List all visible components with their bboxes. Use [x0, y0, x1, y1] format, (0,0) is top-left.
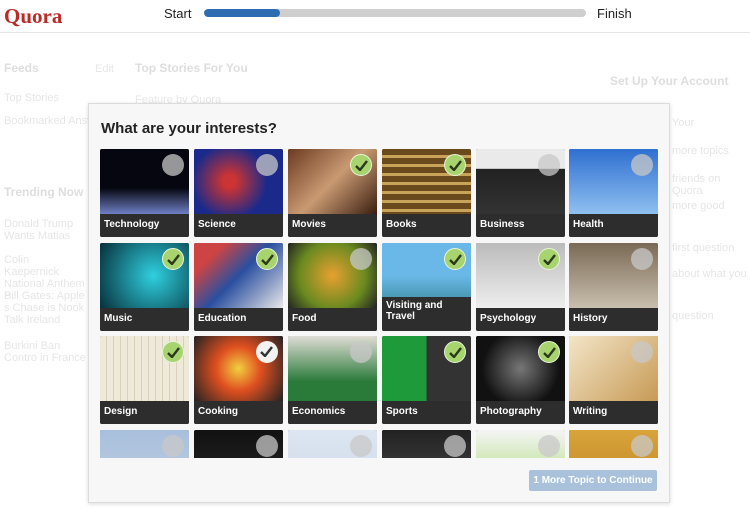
feeds-edit-link[interactable]: Edit — [95, 63, 114, 75]
topic-label: Education — [194, 307, 283, 331]
select-circle-icon[interactable] — [631, 247, 653, 270]
checkmark-icon[interactable] — [444, 154, 466, 176]
select-circle-icon[interactable] — [538, 434, 560, 457]
topic-label: Science — [194, 214, 283, 237]
topic-tile-writing[interactable]: Writing — [569, 336, 658, 424]
topic-tile-more[interactable] — [194, 429, 283, 458]
select-circle-icon[interactable] — [350, 247, 372, 270]
topic-tile-design[interactable]: Design — [100, 336, 189, 424]
topic-tile-business[interactable]: Business — [476, 149, 565, 237]
topic-tile-books[interactable]: Books — [382, 149, 471, 237]
setup-title: Set Up Your Account — [610, 74, 729, 88]
checkmark-icon[interactable] — [350, 154, 372, 176]
topic-label: Books — [382, 214, 471, 237]
interests-modal: What are your interests? Technology Scien… — [88, 103, 670, 503]
trending-title: Trending Now — [4, 185, 84, 199]
feed-item[interactable]: Top Stories — [4, 92, 59, 104]
topic-tile-more[interactable] — [476, 429, 565, 458]
select-circle-icon[interactable] — [256, 154, 278, 176]
select-circle-icon[interactable] — [631, 434, 653, 457]
trending-item[interactable]: Bill Gates: Apple s Chase is Nook Talk I… — [4, 290, 86, 326]
topic-tile-cooking[interactable]: Cooking — [194, 336, 283, 424]
topic-label: Cooking — [194, 401, 283, 424]
topic-label: Movies — [288, 214, 377, 237]
topic-tile-more[interactable] — [382, 429, 471, 458]
select-circle-icon[interactable] — [444, 434, 466, 457]
select-circle-icon[interactable] — [350, 434, 372, 457]
setup-item[interactable]: more topics — [672, 145, 729, 157]
checkmark-icon[interactable] — [538, 247, 560, 270]
topic-tile-more[interactable] — [100, 429, 189, 458]
topic-tile-music[interactable]: Music — [100, 242, 189, 331]
top-stories-title: Top Stories For You — [135, 61, 248, 75]
checkmark-icon[interactable] — [444, 247, 466, 270]
topic-label: Psychology — [476, 307, 565, 331]
topic-tile-movies[interactable]: Movies — [288, 149, 377, 237]
topic-tile-technology[interactable]: Technology — [100, 149, 189, 237]
modal-title: What are your interests? — [101, 120, 277, 137]
continue-button[interactable]: 1 More Topic to Continue — [529, 470, 657, 491]
feeds-title: Feeds — [4, 61, 39, 75]
topic-tile-psychology[interactable]: Psychology — [476, 242, 565, 331]
setup-item[interactable]: Your — [672, 117, 694, 129]
topic-label: History — [569, 307, 658, 331]
topic-tile-education[interactable]: Education — [194, 242, 283, 331]
topic-tile-more[interactable] — [569, 429, 658, 458]
checkmark-icon[interactable] — [162, 247, 184, 270]
topic-label: Visiting and Travel — [382, 296, 471, 331]
topic-label: Business — [476, 214, 565, 237]
select-circle-icon[interactable] — [350, 341, 372, 363]
topic-label: Music — [100, 307, 189, 331]
topics-grid[interactable]: Technology Science Movies Books Business Heal… — [100, 149, 660, 458]
topic-label: Food — [288, 307, 377, 331]
topic-label: Economics — [288, 401, 377, 424]
checkmark-icon[interactable] — [256, 247, 278, 270]
topic-tile-more[interactable] — [288, 429, 377, 458]
topic-tile-food[interactable]: Food — [288, 242, 377, 331]
topic-tile-history[interactable]: History — [569, 242, 658, 331]
select-circle-icon[interactable] — [538, 154, 560, 176]
topic-label: Design — [100, 401, 189, 424]
checkmark-icon[interactable] — [256, 341, 278, 363]
top-header: Quora Start Finish — [0, 0, 750, 33]
select-circle-icon[interactable] — [256, 434, 278, 457]
topic-tile-science[interactable]: Science — [194, 149, 283, 237]
trending-item[interactable]: Donald Trump Wants Matias — [4, 218, 86, 242]
topic-tile-visiting-and-travel[interactable]: Visiting and Travel — [382, 242, 471, 331]
topic-label: Technology — [100, 214, 189, 237]
select-circle-icon[interactable] — [631, 154, 653, 176]
topic-label: Sports — [382, 401, 471, 424]
select-circle-icon[interactable] — [631, 341, 653, 363]
checkmark-icon[interactable] — [444, 341, 466, 363]
progress-fill — [204, 9, 281, 17]
setup-item[interactable]: question — [672, 310, 714, 322]
topic-tile-sports[interactable]: Sports — [382, 336, 471, 424]
setup-item[interactable]: more good — [672, 200, 725, 212]
progress-bar — [204, 9, 586, 17]
trending-item[interactable]: Burkini Ban Contro in France — [4, 340, 86, 364]
topic-label: Writing — [569, 401, 658, 424]
checkmark-icon[interactable] — [162, 341, 184, 363]
quora-logo[interactable]: Quora — [4, 4, 62, 29]
topic-label: Photography — [476, 401, 565, 424]
progress-finish-label: Finish — [597, 6, 632, 21]
progress-start-label: Start — [164, 6, 192, 21]
topic-label: Health — [569, 214, 658, 237]
topic-tile-photography[interactable]: Photography — [476, 336, 565, 424]
select-circle-icon[interactable] — [162, 154, 184, 176]
setup-item[interactable]: about what you — [672, 268, 747, 280]
setup-item[interactable]: first question — [672, 242, 734, 254]
checkmark-icon[interactable] — [538, 341, 560, 363]
topic-tile-economics[interactable]: Economics — [288, 336, 377, 424]
topic-tile-health[interactable]: Health — [569, 149, 658, 237]
setup-item[interactable]: friends on Quora — [672, 173, 750, 197]
select-circle-icon[interactable] — [162, 434, 184, 457]
